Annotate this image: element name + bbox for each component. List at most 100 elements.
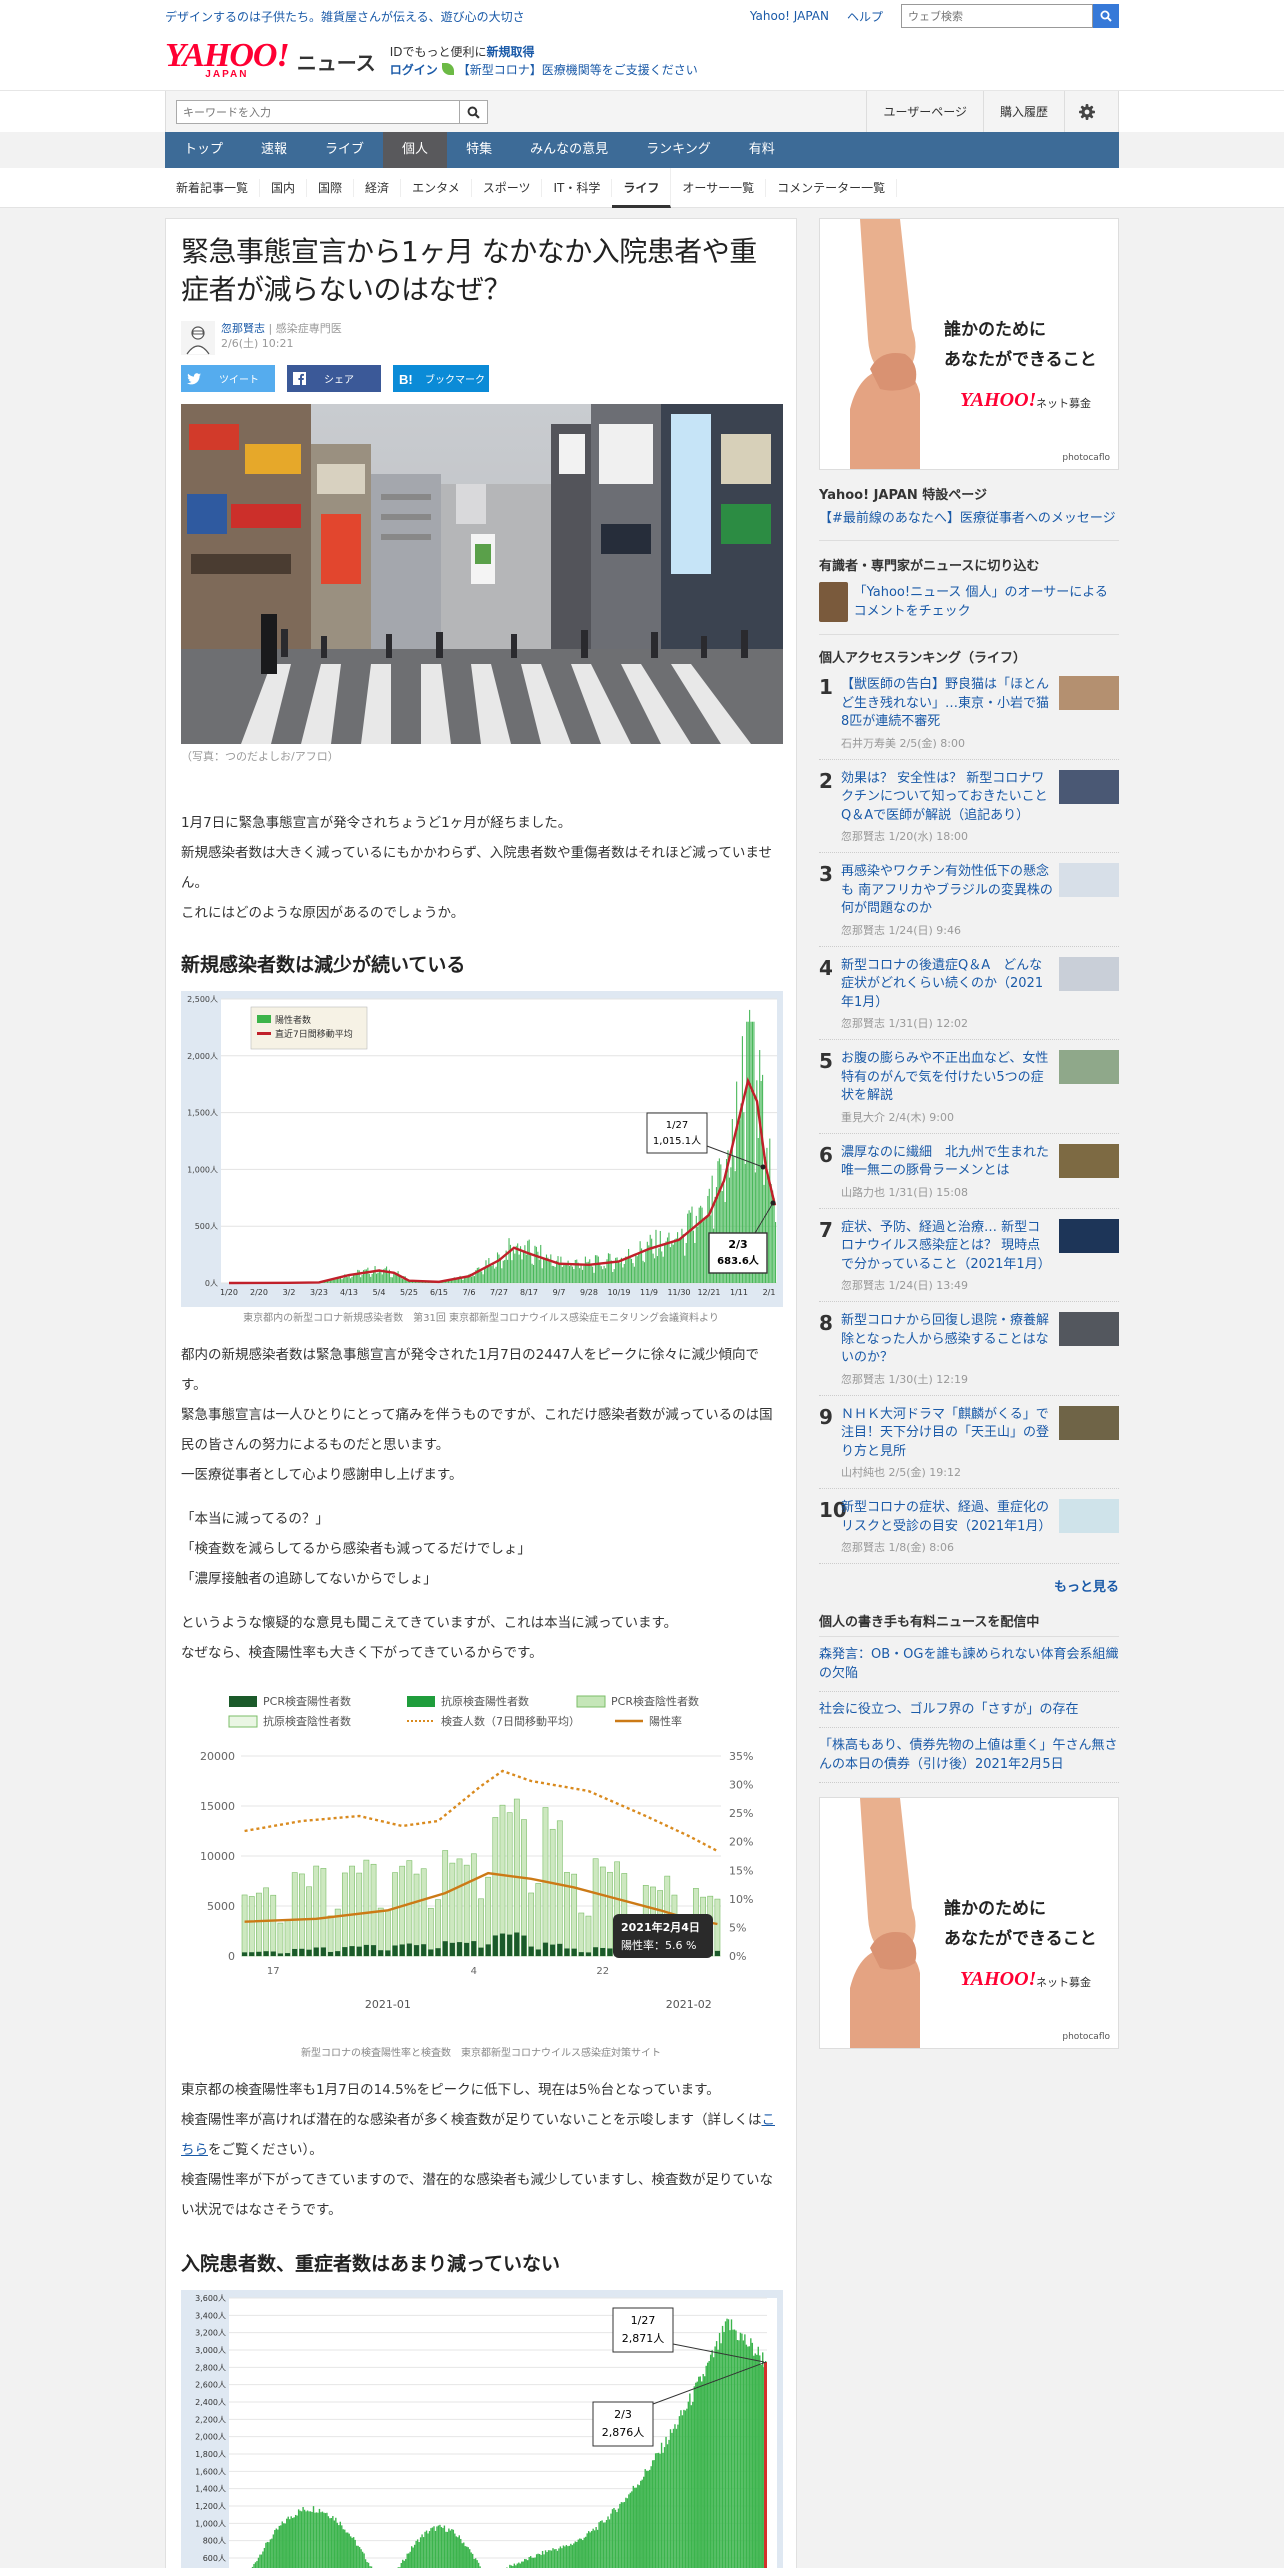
rank-thumbnail[interactable] [1059, 1405, 1119, 1440]
rank-thumbnail[interactable] [1059, 1218, 1119, 1253]
rank-title[interactable]: 再感染やワクチン有効性低下の懸念も 南アフリカやブラジルの変異株の何が問題なのか [841, 863, 1053, 919]
nav-tab-paid[interactable]: 有料 [730, 132, 794, 168]
rank-thumbnail[interactable] [1059, 1499, 1119, 1533]
rank-thumbnail[interactable] [1059, 1050, 1119, 1084]
nav-tab-individual[interactable]: 個人 [383, 132, 448, 168]
yahoo-japan-link[interactable]: Yahoo! JAPAN [750, 9, 829, 23]
facebook-share-button[interactable]: シェア [287, 365, 381, 392]
bar-negative [607, 1871, 613, 1957]
experts-link[interactable]: 「Yahoo!ニュース 個人」のオーサーによるコメントをチェック [854, 583, 1119, 621]
ranking-item[interactable]: 7 症状、予防、経過と治療… 新型コロナウイルス感染症とは？ 現時点で分かっている… [819, 1209, 1119, 1302]
nav-tab-features[interactable]: 特集 [447, 132, 511, 168]
nav-tab-opinions[interactable]: みんなの意見 [511, 132, 627, 168]
bar [521, 2561, 523, 2568]
ranking-item[interactable]: 2 効果は？ 安全性は？ 新型コロナワクチンについて知っておきたいこと Q＆Aで医… [819, 760, 1119, 853]
ranking-item[interactable]: 1 【獣医師の告白】野良猫は「ほとんど生き残れない」…東京・小岩で猫8匹が連続不審… [819, 666, 1119, 760]
ranking-item[interactable]: 6 濃厚なのに繊細 北九州で生まれた唯一無二の豚骨ラーメンとは 山路力也 1/31(… [819, 1134, 1119, 1209]
web-search-input[interactable] [901, 4, 1093, 28]
signup-link[interactable]: 新規取得 [487, 45, 535, 59]
nav-tab-ranking[interactable]: ランキング [627, 132, 730, 168]
bar-negative [470, 1853, 477, 1957]
news-label[interactable]: ニュース [297, 47, 376, 76]
bar [339, 1277, 342, 1283]
ranking-item[interactable]: 9 ＮＨＫ大河ドラマ「麒麟がくる」で注目！天下分け目の「天王山」の登り方と見所 山村… [819, 1396, 1119, 1489]
rank-title[interactable]: ＮＨＫ大河ドラマ「麒麟がくる」で注目！天下分け目の「天王山」の登り方と見所 [841, 1406, 1053, 1462]
donation-ad[interactable]: 誰かのために あなたができること YAHOO! ネット募金 photocaflo [819, 218, 1119, 470]
paid-news-item[interactable]: 社会に役立つ、ゴルフ界の「さすが」の存在 [819, 1692, 1119, 1728]
subnav-tab-domestic[interactable]: 国内 [260, 179, 308, 197]
login-link[interactable]: ログイン [390, 63, 438, 77]
ranking-item[interactable]: 4 新型コロナの後遺症Q＆A どんな症状がどれくらい続くのか（2021年1月） 忽那… [819, 947, 1119, 1040]
bar [419, 2537, 422, 2568]
help-link[interactable]: ヘルプ [847, 8, 883, 25]
web-search-button[interactable] [1093, 4, 1119, 28]
rank-title[interactable]: 症状、予防、経過と治療… 新型コロナウイルス感染症とは？ 現時点で分かっているこ… [841, 1219, 1053, 1275]
ranking-item[interactable]: 5 お腹の膨らみや不正出血など、女性特有のがんで気を付けたい5つの症状を解説 重見大… [819, 1040, 1119, 1134]
settings-button[interactable] [1064, 91, 1108, 133]
ranking-item[interactable]: 10 新型コロナの症状、経過、重症化のリスクと受診の目安（2021年1月） 忽那賢志… [819, 1489, 1119, 1564]
subnav-tab-it-science[interactable]: IT・科学 [542, 179, 613, 197]
bar [495, 1266, 497, 1283]
keyword-search-button[interactable] [460, 100, 488, 124]
bar [599, 1263, 601, 1283]
nav-tab-top[interactable]: トップ [165, 132, 242, 168]
bar [342, 1278, 344, 1283]
rank-thumbnail[interactable] [1059, 769, 1119, 804]
hatena-bookmark-button[interactable]: B! ブックマーク [393, 365, 489, 392]
subnav-tab-sports[interactable]: スポーツ [472, 179, 543, 197]
user-page-link[interactable]: ユーザーページ [866, 91, 983, 133]
rank-title[interactable]: 濃厚なのに繊細 北九州で生まれた唯一無二の豚骨ラーメンとは [841, 1144, 1053, 1181]
nav-tab-breaking[interactable]: 速報 [242, 132, 306, 168]
keyword-input[interactable] [176, 100, 460, 124]
ad-copy-2: あなたができること [944, 1929, 1097, 1949]
subnav-tab-economy[interactable]: 経済 [354, 179, 402, 197]
subnav-tab-new[interactable]: 新着記事一覧 [165, 179, 261, 197]
rank-title[interactable]: 新型コロナの症状、経過、重症化のリスクと受診の目安（2021年1月） [841, 1499, 1053, 1536]
bar [458, 2535, 460, 2568]
nav-tab-live[interactable]: ライブ [306, 132, 383, 168]
author-name-link[interactable]: 忽那賢志 [221, 322, 265, 335]
tweet-label: ツイート [219, 375, 259, 386]
bar [730, 2319, 733, 2568]
subnav-tab-entertainment[interactable]: エンタメ [401, 179, 472, 197]
rank-title[interactable]: お腹の膨らみや不正出血など、女性特有のがんで気を付けたい5つの症状を解説 [841, 1050, 1053, 1106]
special-link[interactable]: 【#最前線のあなたへ】医療従事者へのメッセージ [819, 509, 1119, 528]
more-link[interactable]: もっと見る [819, 1576, 1119, 1595]
ranking-list: 1 【獣医師の告白】野良猫は「ほとんど生き残れない」…東京・小岩で猫8匹が連続不審… [819, 666, 1119, 1564]
purchase-history-link[interactable]: 購入履歴 [982, 91, 1064, 133]
rank-thumbnail[interactable] [1059, 956, 1119, 991]
subnav-tab-authors[interactable]: オーサー一覧 [671, 179, 767, 197]
rank-thumbnail[interactable] [1059, 1143, 1119, 1178]
bar-negative [377, 1907, 384, 1957]
ranking-item[interactable]: 3 再感染やワクチン有効性低下の懸念も 南アフリカやブラジルの変異株の何が問題なの… [819, 853, 1119, 947]
promo-link[interactable]: デザインするのは子供たち。雑貨屋さんが伝える、遊び心の大切さ [165, 8, 525, 25]
rank-thumbnail[interactable] [1059, 676, 1119, 710]
paid-news-item[interactable]: 「株高もあり、債券先物の上値は重く」午さん無さんの本日の債券（引け後）2021年… [819, 1728, 1119, 1783]
rank-thumbnail[interactable] [1059, 1312, 1119, 1346]
bar [671, 2432, 673, 2568]
subnav-tab-world[interactable]: 国際 [307, 179, 355, 197]
paid-news-item[interactable]: 森発言：OB・OGを誰も諫められない体育会系組織の欠陥 [819, 1637, 1119, 1692]
ranking-item[interactable]: 8 新型コロナから回復し退院・療養解除となった人から感染することはないのか？ 忽那賢… [819, 1302, 1119, 1396]
tweet-button[interactable]: ツイート [181, 365, 275, 392]
avatar[interactable] [181, 321, 215, 355]
bar-positive [607, 1948, 613, 1956]
bar [775, 1222, 777, 1283]
bar [309, 2511, 312, 2568]
svg-text:1,015.1人: 1,015.1人 [653, 1135, 701, 1147]
rank-title[interactable]: 新型コロナの後遺症Q＆A どんな症状がどれくらい続くのか（2021年1月） [841, 957, 1053, 1013]
bar [693, 2386, 696, 2568]
rank-thumbnail[interactable] [1059, 863, 1119, 897]
yahoo-logo[interactable]: YAHOO! JAPAN [165, 39, 293, 80]
bar [431, 2527, 434, 2568]
rank-title[interactable]: 【獣医師の告白】野良猫は「ほとんど生き残れない」…東京・小岩で猫8匹が連続不審死 [841, 676, 1053, 732]
bar [678, 1238, 680, 1283]
donation-ad[interactable]: 誰かのために あなたができること YAHOO! ネット募金 photocaflo [819, 1797, 1119, 2049]
bar [408, 2553, 410, 2568]
rank-title[interactable]: 新型コロナから回復し退院・療養解除となった人から感染することはないのか？ [841, 1312, 1053, 1368]
subnav-tab-life[interactable]: ライフ [612, 168, 672, 208]
subnav-tab-commentators[interactable]: コメンテーター一覧 [766, 179, 898, 197]
corona-support-link[interactable]: 【新型コロナ】医療機関等をご支援ください [458, 63, 698, 77]
bar [415, 2540, 417, 2568]
rank-title[interactable]: 効果は？ 安全性は？ 新型コロナワクチンについて知っておきたいこと Q＆Aで医師… [841, 770, 1053, 826]
